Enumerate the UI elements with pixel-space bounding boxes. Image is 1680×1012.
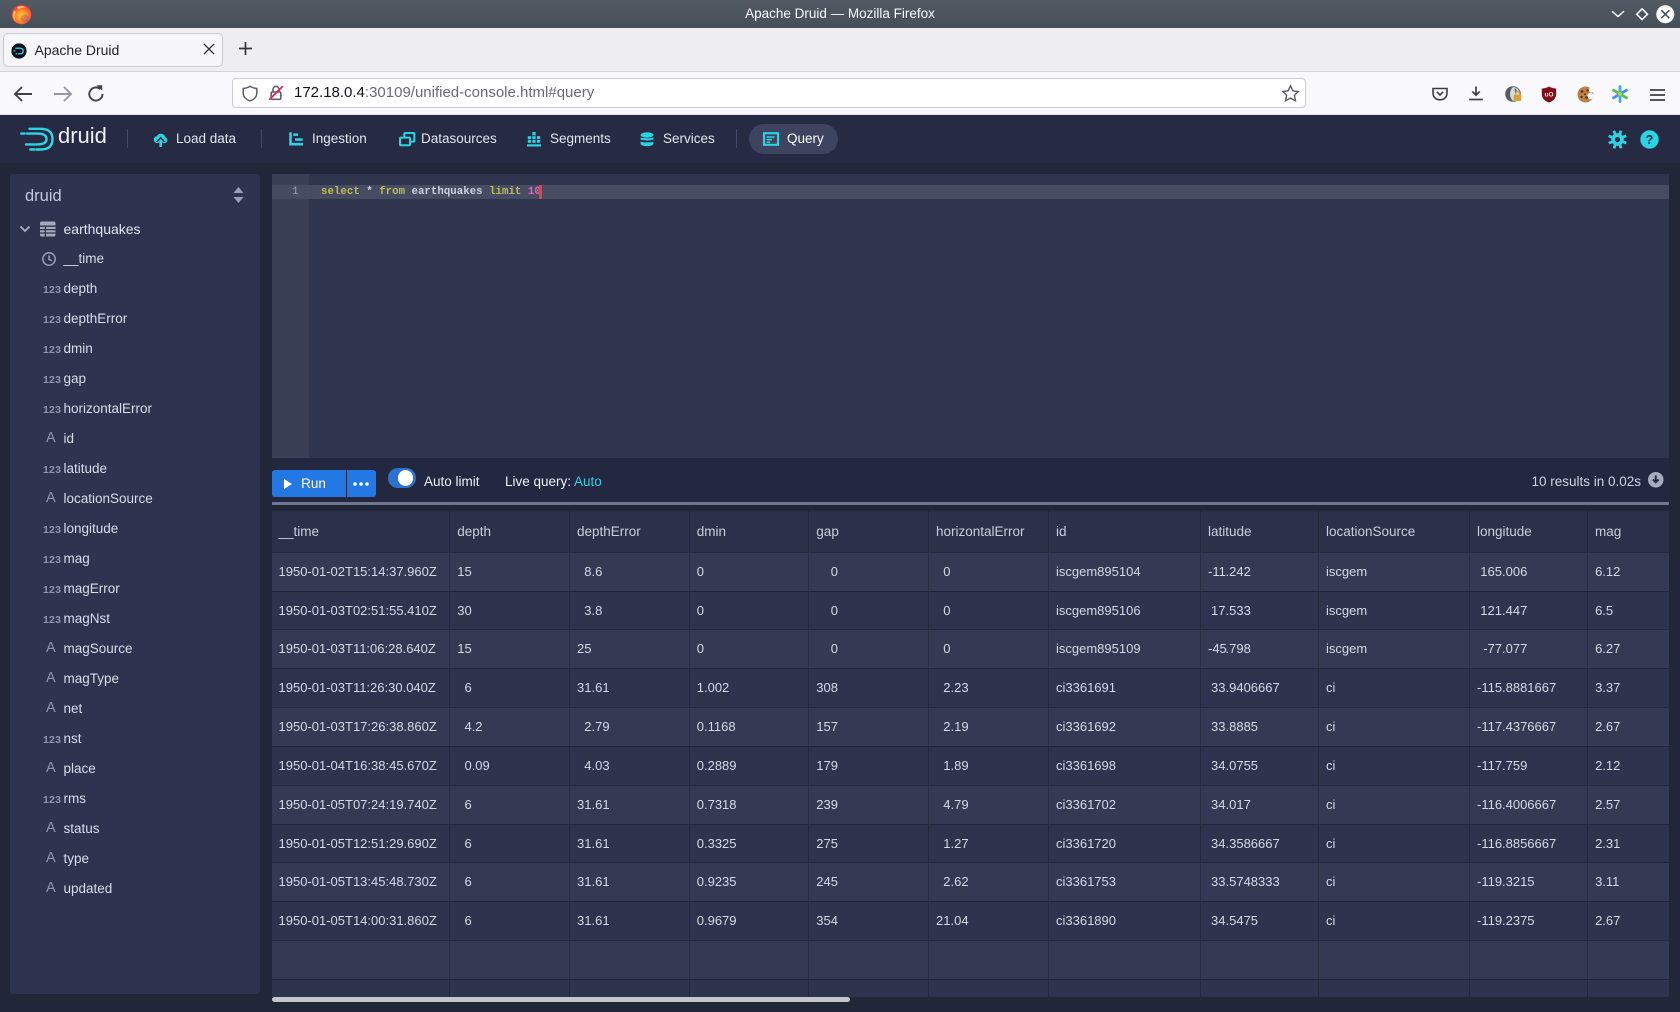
svg-text:?: ?	[1646, 133, 1654, 147]
svg-text:uO: uO	[1544, 91, 1553, 98]
